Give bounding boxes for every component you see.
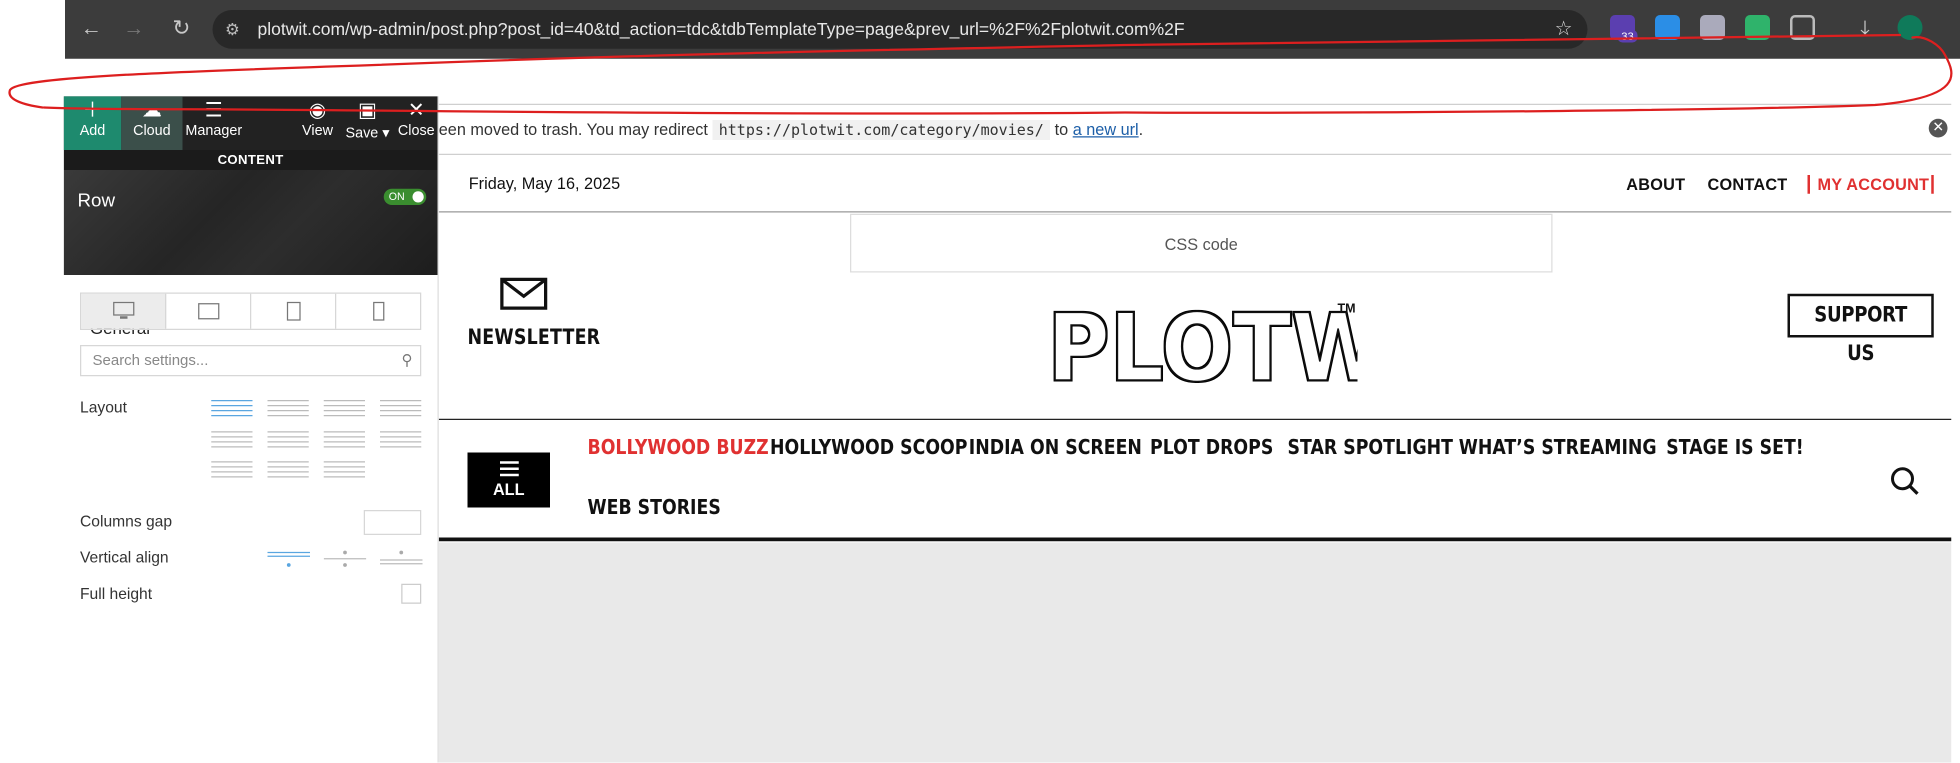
nav-star-spotlight[interactable]: STAR SPOTLIGHT	[1288, 435, 1453, 459]
align-bottom-icon[interactable]	[380, 550, 423, 574]
content-area	[438, 542, 1952, 763]
site-logo[interactable]: PLOTWIT PLOTWIT TM	[1045, 294, 1476, 403]
hamburger-icon	[499, 461, 519, 477]
desktop-icon[interactable]	[81, 293, 167, 329]
support-us-button[interactable]: SUPPORT US	[1787, 293, 1934, 366]
layout-option[interactable]	[267, 461, 309, 484]
search-icon[interactable]	[1890, 466, 1920, 502]
svg-text:PLOTWIT: PLOTWIT	[1047, 300, 1357, 388]
content-label: CONTENT	[63, 150, 438, 170]
layout-option[interactable]	[211, 400, 253, 423]
layout-option[interactable]	[323, 431, 365, 454]
red-annotation-scribble	[8, 33, 1953, 115]
layout-option[interactable]	[323, 461, 365, 484]
vertical-align-label: Vertical align	[80, 548, 169, 567]
align-top-icon[interactable]	[267, 550, 310, 574]
row-toggle[interactable]: ON	[383, 188, 427, 205]
layout-option[interactable]	[267, 400, 309, 423]
nav-about[interactable]: ABOUT	[1626, 175, 1685, 194]
row-header: Row ON General Divider Layout Css	[63, 170, 438, 349]
columns-gap-input[interactable]	[363, 510, 422, 535]
logo-trademark: TM	[1338, 302, 1356, 316]
tablet-portrait-icon[interactable]	[251, 293, 337, 329]
columns-gap-label: Columns gap	[80, 512, 173, 531]
all-label: ALL	[492, 480, 525, 499]
nav-whats-streaming[interactable]: WHAT’S STREAMING	[1459, 435, 1657, 459]
nav-india-on-screen[interactable]: INDIA ON SCREEN	[969, 435, 1142, 459]
divider	[1807, 175, 1810, 194]
nav-my-account[interactable]: MY ACCOUNT	[1818, 175, 1930, 194]
full-height-checkbox[interactable]	[401, 583, 422, 604]
layout-option[interactable]	[267, 431, 309, 454]
tablet-landscape-icon[interactable]	[166, 293, 252, 329]
all-menu-button[interactable]: ALL	[467, 452, 550, 508]
newsletter-link[interactable]: NEWSLETTER	[468, 325, 601, 350]
align-middle-icon[interactable]	[323, 550, 367, 574]
full-height-label: Full height	[80, 585, 153, 603]
nav-plot-drops[interactable]: PLOT DROPS	[1150, 435, 1273, 459]
css-code-box[interactable]: CSS code	[850, 213, 1553, 273]
nav-stage-is-set[interactable]: STAGE IS SET!	[1666, 435, 1803, 459]
layout-option[interactable]	[211, 431, 253, 454]
nav-bollywood-buzz[interactable]: BOLLYWOOD BUZZ	[588, 435, 769, 459]
composer-panel: ＋ Add ☁ Cloud ☰ Manager ◉ View ▣ Save ▾ ✕ Clos…	[63, 96, 439, 763]
mail-icon[interactable]	[500, 277, 548, 317]
divider	[1931, 175, 1934, 194]
search-settings-input[interactable]: Search settings... ⚲	[80, 345, 422, 377]
header-date: Friday, May 16, 2025	[468, 173, 621, 193]
layout-option[interactable]	[380, 400, 422, 423]
phone-icon[interactable]	[336, 294, 420, 329]
layout-label: Layout	[80, 398, 127, 417]
search-icon: ⚲	[401, 351, 413, 369]
layout-option[interactable]	[380, 431, 422, 454]
device-switcher	[80, 292, 422, 330]
nav-hollywood-scoop[interactable]: HOLLYWOOD SCOOP	[770, 435, 967, 459]
layout-option[interactable]	[211, 461, 253, 484]
row-title: Row	[77, 190, 116, 212]
nav-contact[interactable]: CONTACT	[1708, 175, 1788, 194]
nav-web-stories[interactable]: WEB STORIES	[588, 495, 721, 519]
divider	[438, 537, 1952, 542]
layout-option[interactable]	[323, 400, 365, 423]
